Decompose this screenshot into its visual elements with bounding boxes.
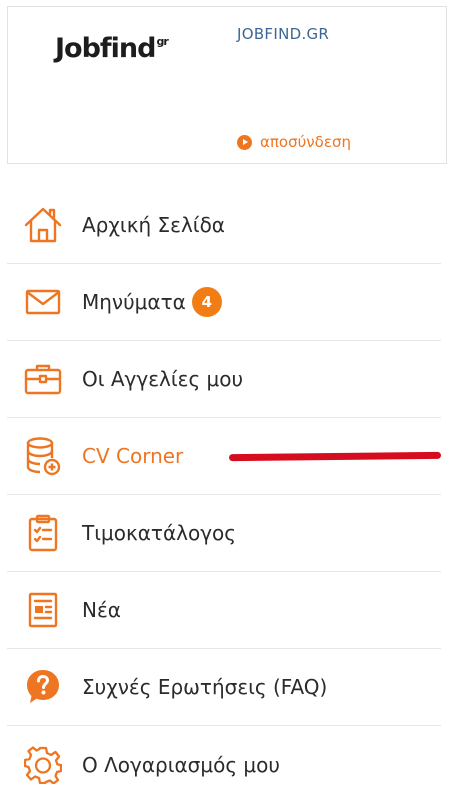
logout-label: αποσύνδεση xyxy=(260,133,351,151)
database-add-icon xyxy=(21,434,65,478)
menu-label-faq: Συχνές Ερωτήσεις (FAQ) xyxy=(82,675,328,699)
unread-count-badge: 4 xyxy=(191,287,222,317)
menu-item-cv-corner[interactable]: CV Corner xyxy=(7,418,442,495)
sidebar-panel: Jobfindgr JOBFIND.GR αποσύνδεση Αρχική Σ… xyxy=(0,0,456,794)
menu-label-cv-corner: CV Corner xyxy=(82,444,184,468)
logout-link[interactable]: αποσύνδεση xyxy=(237,133,351,151)
logo-text: Jobfind xyxy=(55,33,156,64)
newspaper-icon xyxy=(21,588,65,632)
menu-item-price-list[interactable]: Τιμοκατάλογος xyxy=(7,495,441,572)
logo-mark: gr xyxy=(156,35,168,48)
menu-item-messages[interactable]: Μηνύματα 4 xyxy=(7,264,441,341)
menu-item-my-account[interactable]: Ο Λογαριασμός μου xyxy=(7,726,441,794)
account-card: Jobfindgr JOBFIND.GR αποσύνδεση xyxy=(7,6,447,164)
red-underline-annotation xyxy=(228,451,442,462)
menu-label-home: Αρχική Σελίδα xyxy=(82,213,225,237)
question-circle-icon xyxy=(21,665,65,709)
account-name: JOBFIND.GR xyxy=(237,25,330,43)
home-icon xyxy=(21,203,65,247)
briefcase-icon xyxy=(21,357,65,401)
menu-item-news[interactable]: Νέα xyxy=(7,572,441,649)
menu-label-my-account: Ο Λογαριασμός μου xyxy=(82,752,280,777)
menu-label-my-ads: Οι Αγγελίες μου xyxy=(82,367,244,391)
gear-icon xyxy=(21,743,65,787)
clipboard-list-icon xyxy=(21,511,65,555)
menu-label-messages: Μηνύματα xyxy=(82,290,186,314)
menu-item-faq[interactable]: Συχνές Ερωτήσεις (FAQ) xyxy=(7,649,441,726)
menu-label-news: Νέα xyxy=(82,598,121,622)
menu-item-home[interactable]: Αρχική Σελίδα xyxy=(7,187,441,264)
menu-label-price-list: Τιμοκατάλογος xyxy=(82,521,237,545)
jobfind-logo[interactable]: Jobfindgr xyxy=(55,33,169,64)
menu-item-my-ads[interactable]: Οι Αγγελίες μου xyxy=(7,341,441,418)
play-circle-icon xyxy=(237,134,252,150)
envelope-icon xyxy=(21,280,65,324)
main-menu: Αρχική Σελίδα Μηνύματα 4 Οι Αγγελίες μου… xyxy=(7,187,442,794)
